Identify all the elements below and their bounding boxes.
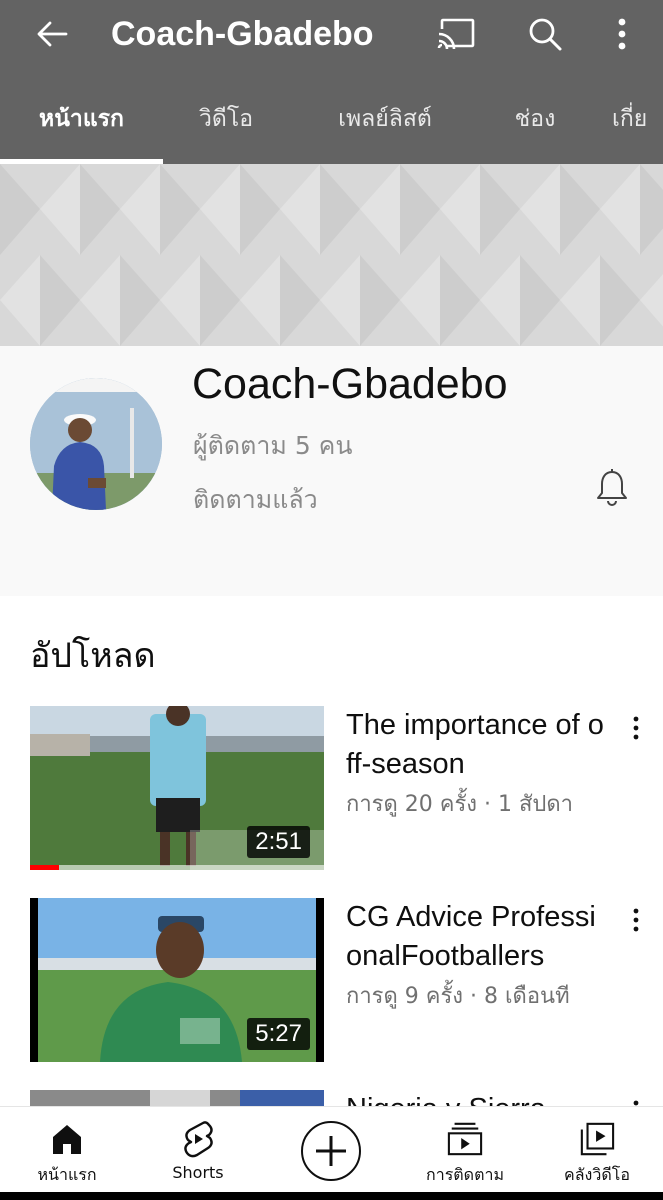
tab-channels[interactable]: ช่อง [490,90,580,160]
nav-shorts[interactable]: Shorts [150,1107,246,1193]
banner-pattern [0,164,663,346]
thumbnail-image [30,1090,324,1106]
video-more-button[interactable] [624,902,648,938]
uploads-section: อัปโหลด 2:51 The importance of off-seaso… [0,596,663,1106]
home-icon [49,1121,85,1157]
nav-label: Shorts [172,1163,224,1182]
video-thumbnail[interactable] [30,1090,324,1106]
nav-subscriptions[interactable]: การติดตาม [410,1107,520,1193]
video-title[interactable]: Nigeria v Sierra [346,1090,608,1106]
section-title: อัปโหลด [30,636,156,676]
app-bar-row: Coach-Gbadebo [0,0,663,68]
avatar-image [30,378,162,510]
back-arrow-icon [37,21,68,47]
nav-label: คลังวิดีโอ [564,1165,630,1184]
app-title: Coach-Gbadebo [111,15,374,53]
more-vert-icon [633,716,639,740]
nav-home[interactable]: หน้าแรก [20,1107,114,1193]
notification-bell-button[interactable] [592,466,632,510]
channel-avatar[interactable] [30,378,162,510]
cast-icon [437,18,475,50]
video-thumbnail[interactable]: 2:51 [30,706,324,870]
video-thumbnail[interactable]: 5:27 [30,898,324,1062]
subscriber-count: ผู้ติดตาม 5 คน [193,431,353,460]
video-more-button[interactable] [624,1094,648,1106]
video-duration: 2:51 [247,826,310,858]
more-vert-icon [633,908,639,932]
shorts-icon [180,1121,216,1158]
cast-button[interactable] [434,14,478,54]
video-item[interactable]: 5:27 CG Advice ProfessionalFootballers ก… [0,898,663,1068]
video-title[interactable]: CG Advice ProfessionalFootballers [346,898,608,976]
search-button[interactable] [523,14,567,54]
channel-banner [0,164,663,346]
tab-home[interactable]: หน้าแรก [0,90,163,160]
more-vert-icon [618,18,626,50]
search-icon [529,18,562,51]
system-navigation-bar [0,1192,663,1200]
nav-label: หน้าแรก [37,1165,97,1184]
video-more-button[interactable] [624,710,648,746]
app-bar: Coach-Gbadebo หน้าแรก วิดีโอ เพลย์ลิสต์ … [0,0,663,164]
nav-library[interactable]: คลังวิดีโอ [550,1107,644,1193]
video-duration: 5:27 [247,1018,310,1050]
tab-videos[interactable]: วิดีโอ [168,90,284,160]
watch-progress-track [30,865,324,870]
back-button[interactable] [30,14,74,54]
subscribed-button[interactable]: ติดตามแล้ว [193,480,318,520]
video-meta: การดู 9 ครั้ง · 8 เดือนที [346,984,570,1009]
library-icon [579,1121,615,1157]
tab-playlists[interactable]: เพลย์ลิสต์ [316,90,454,160]
video-item[interactable]: Nigeria v Sierra [0,1090,663,1106]
watch-progress-bar [30,865,60,870]
create-plus-icon [316,1136,346,1166]
subscriptions-icon [447,1121,483,1157]
video-title[interactable]: The importance of off-season [346,706,608,784]
channel-tabs: หน้าแรก วิดีโอ เพลย์ลิสต์ ช่อง เกี่ย [0,90,663,160]
bell-icon [597,469,627,506]
tab-about[interactable]: เกี่ย [612,90,663,160]
create-button[interactable] [301,1121,361,1181]
bottom-navigation: หน้าแรก Shorts การติดตาม คลังวิดีโอ [0,1106,663,1192]
video-item[interactable]: 2:51 The importance of off-season การดู … [0,706,663,876]
channel-header: Coach-Gbadebo ผู้ติดตาม 5 คน ติดตามแล้ว [0,346,663,596]
channel-name: Coach-Gbadebo [192,360,508,408]
nav-label: การติดตาม [426,1165,504,1184]
video-meta: การดู 20 ครั้ง · 1 สัปดา [346,792,574,817]
more-options-button[interactable] [606,14,638,54]
